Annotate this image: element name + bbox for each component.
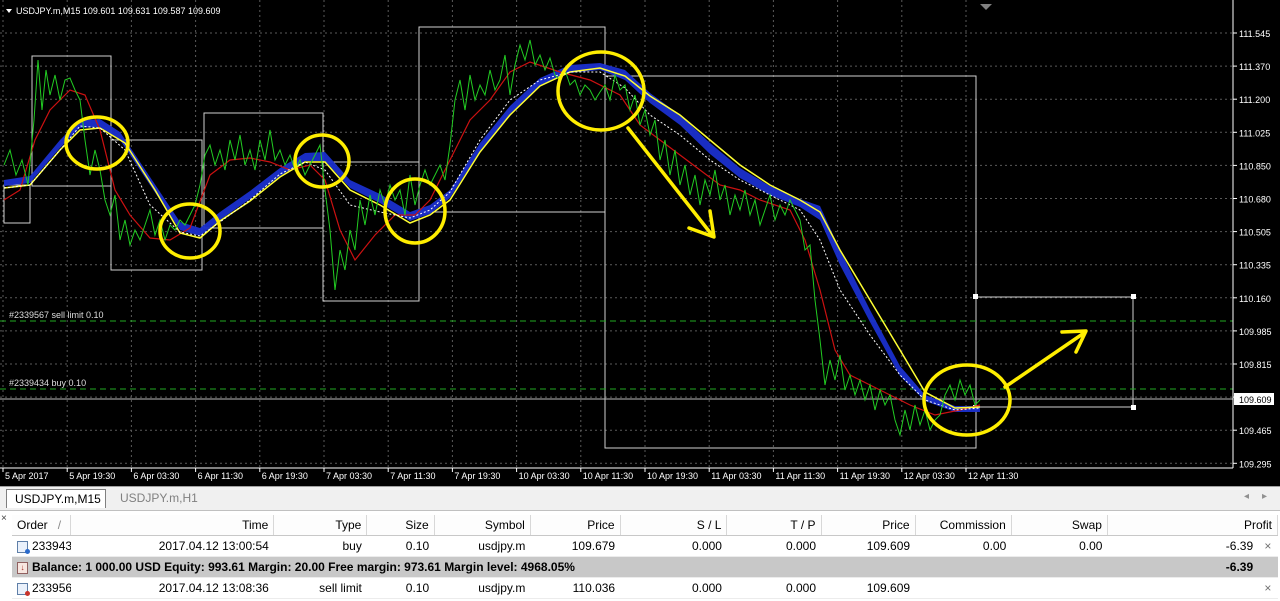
chart-tab-bar: USDJPY.m,M15 USDJPY.m,H1 ◂ ▸ — [0, 486, 1280, 510]
shift-marker-icon — [980, 4, 992, 10]
current-price-label: 109.609 — [1239, 395, 1272, 405]
orders-table: Order / Time Type Size Symbol Price S / … — [12, 515, 1279, 599]
time-label: 6 Apr 19:30 — [262, 471, 308, 481]
col-commission[interactable]: Commission — [915, 515, 1012, 536]
balance-summary: Balance: 1 000.00 USD Equity: 993.61 Mar… — [32, 560, 575, 574]
price-label: 110.505 — [1239, 228, 1271, 238]
order-id: 2339434 — [32, 539, 71, 553]
terminal-panel: × Order / Time Type Size Symbol Price S … — [0, 510, 1280, 601]
order-commission — [915, 577, 1012, 599]
col-sl[interactable]: S / L — [620, 515, 728, 536]
price-label: 111.370 — [1239, 62, 1270, 72]
time-label: 5 Apr 19:30 — [69, 471, 115, 481]
balance-icon: ↓ — [17, 561, 28, 574]
col-time[interactable]: Time — [70, 515, 275, 536]
col-current-price[interactable]: Price — [821, 515, 916, 536]
order-time: 2017.04.12 13:00:54 — [70, 535, 274, 557]
order-swap — [1011, 577, 1108, 599]
chart-header: USDJPY.m,M15 109.601 109.631 109.587 109… — [6, 6, 221, 16]
time-label: 7 Apr 11:30 — [390, 471, 435, 481]
order-size: 0.10 — [366, 535, 435, 557]
order-size: 0.10 — [366, 577, 435, 599]
col-symbol[interactable]: Symbol — [434, 515, 531, 536]
price-label: 111.200 — [1239, 95, 1270, 105]
col-tp[interactable]: T / P — [726, 515, 822, 536]
annotation-circles — [64, 50, 1012, 437]
order-id: 2339567 — [32, 581, 71, 595]
tab-usdjpy-h1[interactable]: USDJPY.m,H1 — [112, 489, 212, 508]
time-label: 7 Apr 03:30 — [326, 471, 372, 481]
orders-header-row: Order / Time Type Size Symbol Price S / … — [12, 515, 1279, 536]
order-commission: 0.00 — [915, 535, 1012, 557]
order-time: 2017.04.12 13:08:36 — [70, 577, 274, 599]
time-label: 6 Apr 11:30 — [198, 471, 243, 481]
time-label: 11 Apr 03:30 — [711, 471, 761, 481]
order-symbol: usdjpy.m — [434, 577, 531, 599]
price-label: 109.985 — [1239, 327, 1272, 337]
table-row[interactable]: 2339567 2017.04.12 13:08:36 sell limit 0… — [12, 577, 1278, 599]
chart-header-text: USDJPY.m,M15 109.601 109.631 109.587 109… — [16, 6, 221, 16]
col-swap[interactable]: Swap — [1011, 515, 1108, 536]
time-label: 11 Apr 19:30 — [840, 471, 890, 481]
order-current-price: 109.609 — [821, 577, 916, 599]
order-type: buy — [273, 535, 367, 557]
arrow-down — [626, 126, 714, 237]
price-label: 110.335 — [1239, 261, 1271, 271]
price-label: 110.160 — [1239, 294, 1271, 304]
order-type: sell limit — [273, 577, 367, 599]
order-profit: -6.39 — [1107, 535, 1259, 557]
tab-scroll-right-icon[interactable]: ▸ — [1262, 491, 1267, 502]
tab-scroll-left-icon[interactable]: ◂ — [1244, 491, 1249, 502]
balance-row: ↓ Balance: 1 000.00 USD Equity: 993.61 Ma… — [12, 556, 1278, 578]
arrow-up — [1003, 331, 1086, 389]
col-price[interactable]: Price — [530, 515, 621, 536]
time-label: 10 Apr 19:30 — [647, 471, 698, 481]
pending-order-icon — [17, 582, 30, 596]
order-tp: 0.000 — [726, 577, 822, 599]
sell-limit-label: #2339567 sell limit 0.10 — [9, 310, 104, 320]
time-label: 12 Apr 11:30 — [968, 471, 1018, 481]
range-box — [418, 26, 606, 213]
time-label: 11 Apr 11:30 — [775, 471, 825, 481]
price-label: 109.465 — [1239, 426, 1272, 436]
time-label: 6 Apr 03:30 — [133, 471, 179, 481]
price-chart[interactable]: #2339567 sell limit 0.10 #2339434 buy 0.… — [0, 0, 1280, 486]
order-tp: 0.000 — [726, 535, 822, 557]
order-sl: 0.000 — [620, 577, 727, 599]
terminal-close-icon[interactable]: × — [1, 513, 7, 524]
chart-canvas[interactable]: #2339567 sell limit 0.10 #2339434 buy 0.… — [0, 0, 1280, 486]
time-axis: 5 Apr 2017 5 Apr 19:30 6 Apr 03:30 6 Apr 11… — [2, 468, 1018, 481]
balance-profit: -6.39 — [1107, 556, 1259, 578]
order-swap: 0.00 — [1011, 535, 1108, 557]
order-price: 109.679 — [530, 535, 621, 557]
order-sl: 0.000 — [620, 535, 727, 557]
price-label: 110.850 — [1239, 161, 1271, 171]
table-row[interactable]: 2339434 2017.04.12 13:00:54 buy 0.10 usd… — [12, 535, 1278, 557]
col-size[interactable]: Size — [366, 515, 435, 536]
col-type[interactable]: Type — [273, 515, 368, 536]
range-box — [3, 184, 31, 224]
time-label: 5 Apr 2017 — [5, 471, 49, 481]
close-order-icon[interactable]: × — [1258, 577, 1278, 599]
time-label: 7 Apr 19:30 — [454, 471, 500, 481]
price-label: 109.295 — [1239, 459, 1272, 469]
price-label: 111.545 — [1239, 29, 1270, 39]
close-order-icon[interactable]: × — [1258, 535, 1278, 557]
price-label: 111.025 — [1239, 128, 1270, 138]
time-label: 10 Apr 03:30 — [519, 471, 570, 481]
tab-usdjpy-m15[interactable]: USDJPY.m,M15 — [6, 489, 106, 508]
col-order[interactable]: Order / — [12, 515, 72, 536]
order-profit — [1107, 577, 1259, 599]
order-current-price: 109.609 — [821, 535, 916, 557]
time-label: 10 Apr 11:30 — [583, 471, 633, 481]
price-label: 110.680 — [1239, 195, 1271, 205]
time-label: 12 Apr 03:30 — [904, 471, 955, 481]
chart-menu-icon — [6, 9, 12, 13]
col-profit[interactable]: Profit — [1107, 515, 1279, 536]
order-symbol: usdjpy.m — [434, 535, 531, 557]
order-icon — [17, 540, 30, 554]
price-label: 109.815 — [1239, 360, 1272, 370]
buy-label: #2339434 buy 0.10 — [9, 378, 86, 388]
order-price: 110.036 — [530, 577, 621, 599]
